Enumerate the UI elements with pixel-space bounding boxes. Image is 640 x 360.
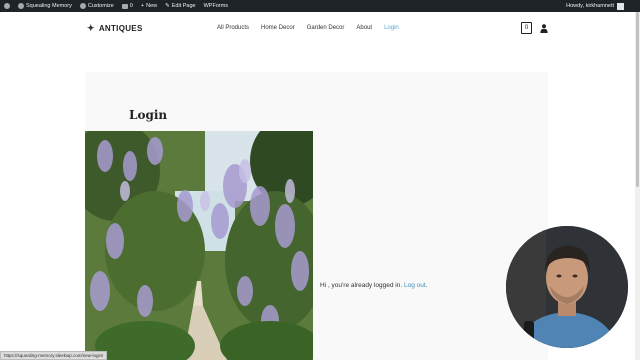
- comments-count: 0: [129, 3, 133, 9]
- wpforms-label: WPForms: [203, 3, 229, 9]
- nav-item-garden-decor[interactable]: Garden Decor: [307, 25, 345, 31]
- nav-item-all-products[interactable]: All Products: [217, 25, 249, 31]
- new-label: New: [146, 3, 158, 9]
- comment-icon: [121, 3, 128, 9]
- customize-menu[interactable]: Customize: [76, 0, 118, 12]
- edit-page-label: Edit Page: [171, 3, 196, 9]
- pencil-icon: ✎: [165, 3, 170, 9]
- logged-in-text: Hi , you're already logged in.: [320, 282, 403, 289]
- user-icon[interactable]: [540, 24, 548, 33]
- primary-nav: All Products Home Decor Garden Decor Abo…: [217, 25, 399, 31]
- edit-page-menu[interactable]: ✎ Edit Page: [161, 0, 199, 12]
- new-content-menu[interactable]: + New: [137, 0, 161, 12]
- avatar: [617, 2, 624, 10]
- site-header: ✦ ANTIQUES All Products Home Decor Garde…: [0, 12, 640, 48]
- logout-link[interactable]: Log out: [404, 282, 426, 289]
- scrollbar-thumb[interactable]: [636, 12, 639, 187]
- howdy-label: Howdy, kirkhamnett: [566, 3, 614, 9]
- page-scrollbar[interactable]: [635, 12, 640, 360]
- plus-icon: +: [140, 3, 145, 9]
- page-title: Login: [129, 108, 168, 122]
- sparkle-icon: ✦: [87, 23, 95, 33]
- logged-in-message: Hi , you're already logged in. Log out.: [320, 282, 428, 289]
- status-bar-url: https://squealing-memory.sleekwp.com/new…: [0, 351, 108, 360]
- wisteria-garden-image: [85, 131, 313, 360]
- webcam-overlay: [506, 226, 628, 348]
- message-period: .: [425, 282, 428, 289]
- nav-item-about[interactable]: About: [356, 25, 372, 31]
- customize-label: Customize: [87, 3, 114, 9]
- home-icon: [18, 3, 24, 9]
- site-logo[interactable]: ✦ ANTIQUES: [87, 23, 143, 34]
- brush-icon: [79, 3, 86, 9]
- nav-item-login[interactable]: Login: [384, 25, 399, 31]
- nav-item-home-decor[interactable]: Home Decor: [261, 25, 295, 31]
- cart-count: 0: [524, 25, 529, 31]
- wp-admin-bar: Squealing Memory Customize 0 + New ✎ Edit …: [0, 0, 640, 12]
- cart-button[interactable]: 0: [521, 22, 532, 34]
- page-content: Login Hi , you're already logged in. Log…: [85, 72, 548, 360]
- wordpress-logo-menu[interactable]: [0, 0, 14, 12]
- account-menu[interactable]: Howdy, kirkhamnett: [566, 2, 640, 10]
- comments-menu[interactable]: 0: [118, 0, 137, 12]
- wordpress-icon: [4, 3, 10, 9]
- site-name-menu[interactable]: Squealing Memory: [14, 0, 76, 12]
- logo-text: ANTIQUES: [98, 24, 143, 33]
- wpforms-menu[interactable]: WPForms: [200, 0, 232, 12]
- site-name-label: Squealing Memory: [26, 3, 72, 9]
